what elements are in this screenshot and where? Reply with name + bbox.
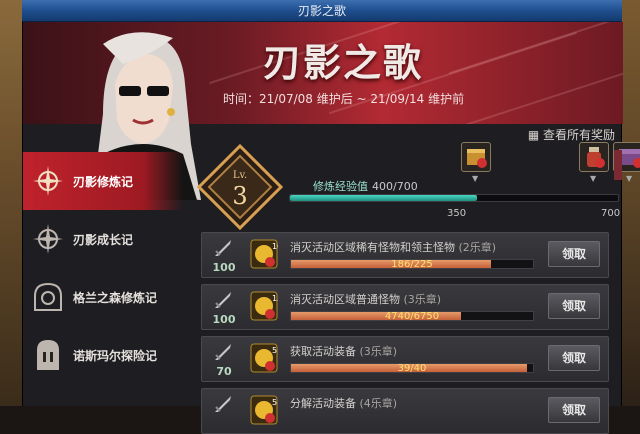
portal-icon <box>34 282 62 311</box>
sidebar-item-gran-forest[interactable]: 格兰之森修炼记 <box>23 268 183 326</box>
sidebar-item-nosmar[interactable]: 诺斯玛尔探险记 <box>23 326 183 384</box>
claim-button[interactable]: 领取 <box>548 345 600 371</box>
level-value: 3 <box>232 182 247 210</box>
quest-count: 100 <box>212 313 236 326</box>
compass-icon <box>33 224 63 254</box>
quest-count: 100 <box>212 261 236 274</box>
level-badge: Lv. 3 <box>197 144 283 230</box>
quest-progress-bar: 39/40 <box>290 363 534 374</box>
exp-tick-700: 700 <box>601 208 621 219</box>
sidebar-item-blade-training[interactable]: 刃影修炼记 <box>23 152 183 210</box>
svg-text:5: 5 <box>272 346 277 355</box>
quest-progress-bar: 4740/6750 <box>290 311 534 322</box>
claim-button[interactable]: 领取 <box>548 397 600 423</box>
window-titlebar: 刃影之歌 <box>22 0 622 22</box>
compass-icon <box>33 166 63 196</box>
sword-icon <box>215 240 231 256</box>
sidebar: 刃影修炼记 刃影成长记 格兰之森修炼记 诺斯玛尔探险记 <box>23 152 183 406</box>
reward-pointer-icon: ▼ <box>590 174 597 183</box>
quest-progress-bar: 186/225 <box>290 259 534 270</box>
scrollbar-thumb[interactable] <box>614 150 622 180</box>
reward-box-icon[interactable] <box>461 142 491 172</box>
quest-progress-text: 4740/6750 <box>384 311 440 322</box>
sword-icon <box>215 396 231 412</box>
quest-count: 70 <box>216 365 232 378</box>
quest-progress-text: 39/40 <box>397 363 427 374</box>
exp-bar-fill <box>290 195 478 201</box>
quest-progress-text: 186/225 <box>391 259 433 270</box>
content-panel: ▦ 查看所有奖励 Lv. 3 修炼经验值 400/700 350 700 ▼ ▼ … <box>193 124 640 434</box>
quest-row: 100 15 消灭活动区域普通怪物 (3乐章) 4740/6750 领取 <box>201 284 609 330</box>
quest-row: 5 分解活动装备 (4乐章) 领取 <box>201 388 609 434</box>
sidebar-item-label: 刃影成长记 <box>73 232 134 247</box>
reward-pointer-icon: ▼ <box>472 174 479 183</box>
sidebar-item-label: 刃影修炼记 <box>73 174 134 189</box>
gate-icon <box>37 340 59 370</box>
quest-title: 分解活动装备 (4乐章) <box>290 397 398 410</box>
coin-icon: 15 <box>250 291 278 321</box>
coin-icon: 10 <box>250 239 278 269</box>
reward-pointer-icon: ▼ <box>626 174 633 183</box>
event-time: 时间：21/07/08 维护后 ~ 21/09/14 维护前 <box>223 92 465 106</box>
exp-value: 400/700 <box>372 180 418 193</box>
banner-title: 刃影之歌 <box>263 40 424 85</box>
level-prefix: Lv. <box>233 170 247 181</box>
quest-row: 100 10 消灭活动区域稀有怪物和领主怪物 (2乐章) 186/225 领取 <box>201 232 609 278</box>
claim-button[interactable]: 领取 <box>548 293 600 319</box>
event-window: 刃影之歌 时间：21/07/08 维护后 ~ 21/09/14 维护前 刃影修炼… <box>22 22 640 434</box>
svg-text:10: 10 <box>272 242 278 251</box>
exp-bar <box>289 194 619 202</box>
sidebar-item-label: 诺斯玛尔探险记 <box>73 348 158 363</box>
claim-button[interactable]: 领取 <box>548 241 600 267</box>
quest-list: 100 10 消灭活动区域稀有怪物和领主怪物 (2乐章) 186/225 领取 … <box>201 232 609 434</box>
quest-title: 消灭活动区域普通怪物 (3乐章) <box>290 293 442 306</box>
background-right <box>622 0 640 406</box>
quest-title: 获取活动装备 (3乐章) <box>290 345 398 358</box>
exp-label: 修炼经验值 400/700 <box>313 180 418 193</box>
grid-icon: ▦ <box>527 128 543 142</box>
sword-icon <box>215 344 231 360</box>
quest-title: 消灭活动区域稀有怪物和领主怪物 (2乐章) <box>290 241 497 254</box>
svg-text:15: 15 <box>272 294 278 303</box>
sidebar-item-label: 格兰之森修炼记 <box>73 290 158 305</box>
background-left <box>0 0 22 406</box>
sword-icon <box>215 292 231 308</box>
reward-potion-icon[interactable] <box>579 142 609 172</box>
coin-icon: 5 <box>250 343 278 373</box>
sidebar-item-blade-growth[interactable]: 刃影成长记 <box>23 210 183 268</box>
view-all-rewards-link[interactable]: ▦ 查看所有奖励 <box>528 126 615 143</box>
quest-row: 70 5 获取活动装备 (3乐章) 39/40 领取 <box>201 336 609 382</box>
exp-tick-350: 350 <box>447 208 467 219</box>
coin-icon: 5 <box>250 395 278 425</box>
